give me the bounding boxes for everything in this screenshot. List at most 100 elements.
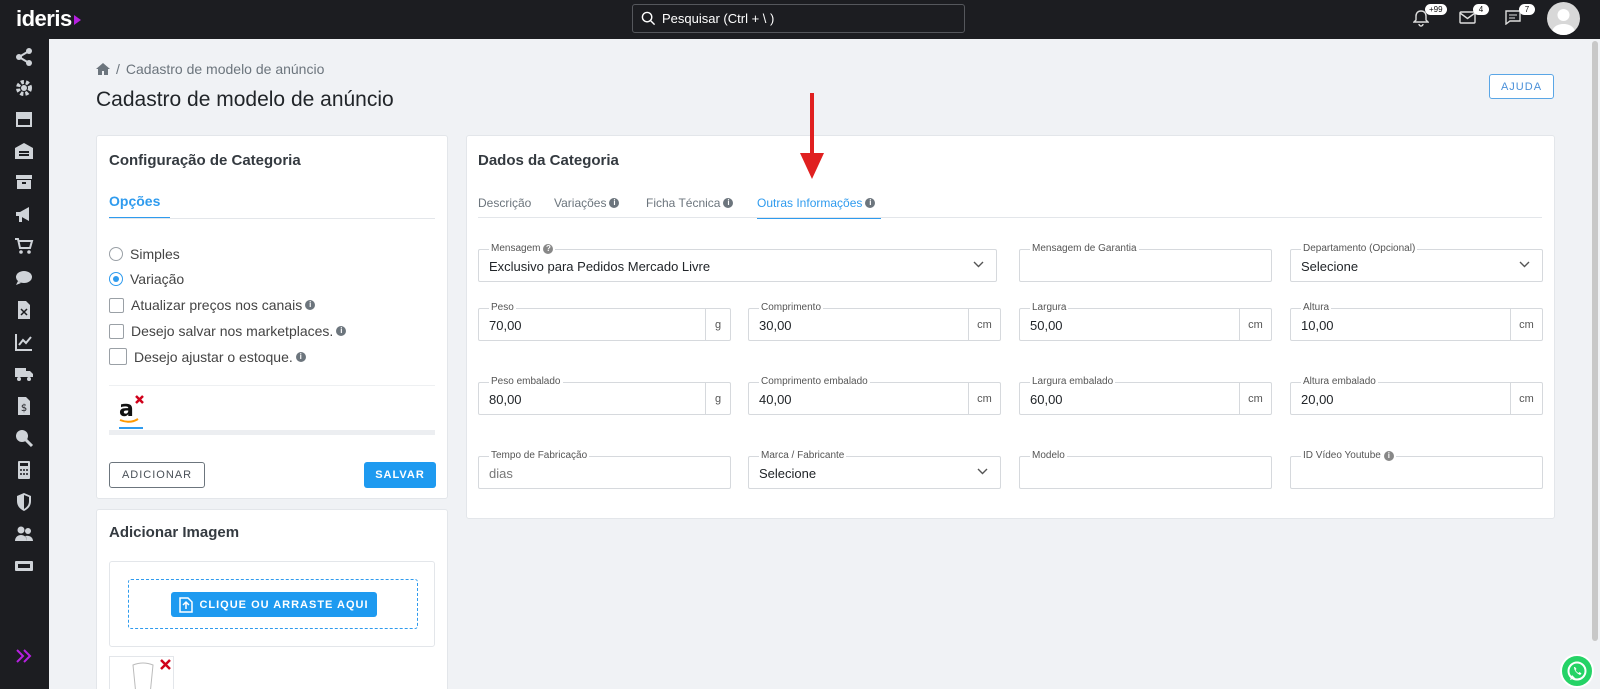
comprimento-embalado-value: 40,00 (759, 392, 792, 407)
chart-line-icon[interactable] (14, 332, 34, 352)
ticket-icon[interactable] (14, 556, 34, 576)
option-adjust-stock[interactable]: Desejo ajustar o estoque. i (109, 348, 306, 365)
upload-button[interactable]: CLIQUE OU ARRASTE AQUI (171, 592, 377, 617)
info-icon[interactable]: i (295, 351, 306, 362)
checkbox-save-marketplaces[interactable] (109, 323, 124, 339)
tab-other-info-label: Outras Informações (757, 196, 863, 210)
app-logo[interactable]: ideris (16, 6, 81, 32)
largura-embalado-value: 60,00 (1030, 392, 1063, 407)
peso-embalado-value: 80,00 (489, 392, 522, 407)
info-icon[interactable]: i (1383, 450, 1394, 461)
radio-simple[interactable] (109, 247, 123, 261)
logo-triangle-icon (73, 15, 81, 26)
help-button[interactable]: AJUDA (1489, 74, 1554, 99)
comprimento-embalado-field[interactable]: Comprimento embalado 40,00 cm (748, 375, 1001, 415)
page-scrollbar[interactable] (1590, 39, 1600, 689)
comments-icon[interactable] (14, 268, 34, 288)
tempo-fabricacao-field[interactable]: Tempo de Fabricação dias (478, 449, 731, 489)
cart-icon[interactable] (14, 236, 34, 256)
garantia-field[interactable]: Mensagem de Garantia (1019, 242, 1272, 282)
checkbox-update-prices[interactable] (109, 297, 124, 313)
image-card-title: Adicionar Imagem (109, 524, 240, 541)
svg-text:$: $ (21, 403, 27, 414)
info-icon[interactable]: i (336, 326, 347, 336)
megaphone-icon[interactable] (14, 204, 34, 224)
home-icon[interactable] (96, 63, 110, 75)
info-icon[interactable]: i (723, 198, 734, 208)
option-simple[interactable]: Simples (109, 246, 180, 262)
tab-technical-sheet[interactable]: Ficha Técnica i (646, 196, 734, 210)
expand-menu-icon[interactable] (14, 646, 34, 666)
garantia-label: Mensagem de Garantia (1030, 242, 1139, 255)
comprimento-field[interactable]: Comprimento 30,00 cm (748, 301, 1001, 341)
tab-other-info[interactable]: Outras Informações i (757, 196, 876, 210)
notifications-button[interactable]: +99 (1412, 4, 1447, 28)
modelo-field[interactable]: Modelo (1019, 449, 1272, 489)
peso-embalado-field[interactable]: Peso embalado 80,00 g (478, 375, 731, 415)
search-dollar-icon[interactable] (14, 428, 34, 448)
option-update-prices[interactable]: Atualizar preços nos canais i (109, 297, 316, 313)
users-icon[interactable] (14, 524, 34, 544)
user-avatar[interactable] (1547, 2, 1580, 35)
invoice-dollar-icon[interactable]: $ (14, 396, 34, 416)
info-icon[interactable]: i (865, 198, 876, 208)
shield-icon[interactable] (14, 492, 34, 512)
file-excel-icon[interactable] (14, 300, 34, 320)
truck-icon[interactable] (14, 364, 34, 384)
amazon-logo-icon[interactable]: a (117, 394, 147, 424)
largura-embalado-field[interactable]: Largura embalado 60,00 cm (1019, 375, 1272, 415)
mail-button[interactable]: 4 (1459, 4, 1489, 28)
option-adjust-stock-label: Desejo ajustar o estoque. (134, 348, 293, 365)
marketplace-tab-underline (119, 427, 143, 429)
calculator-icon[interactable] (14, 460, 34, 480)
gear-icon[interactable] (14, 78, 34, 98)
info-icon[interactable]: i (609, 198, 620, 208)
info-icon[interactable]: i (305, 300, 316, 310)
search-input[interactable]: Pesquisar (Ctrl + \ ) (632, 4, 965, 33)
image-thumbnail[interactable] (109, 656, 174, 689)
add-button[interactable]: ADICIONAR (109, 462, 205, 488)
option-variation[interactable]: Variação (109, 271, 184, 287)
data-card-title: Dados da Categoria (478, 152, 619, 169)
modelo-label: Modelo (1030, 449, 1067, 462)
youtube-id-field[interactable]: ID Vídeo Youtube i (1290, 449, 1543, 489)
upload-area: CLIQUE OU ARRASTE AQUI (109, 561, 435, 647)
comprimento-value: 30,00 (759, 318, 792, 333)
mail-badge: 4 (1473, 4, 1489, 15)
chat-button[interactable]: 7 (1505, 4, 1535, 28)
altura-label: Altura (1301, 301, 1332, 314)
save-button[interactable]: SALVAR (364, 462, 436, 488)
marketplace-scrollbar[interactable] (109, 430, 435, 435)
chat-badge: 7 (1519, 4, 1535, 15)
option-variation-label: Variação (130, 271, 185, 287)
scrollbar-thumb[interactable] (1592, 41, 1598, 641)
svg-text:a: a (119, 397, 134, 422)
mensagem-label-text: Mensagem (491, 243, 541, 254)
page-title: Cadastro de modelo de anúncio (96, 88, 394, 111)
store-icon[interactable] (14, 109, 34, 129)
marca-select[interactable]: Marca / Fabricante Selecione (748, 449, 1001, 489)
whatsapp-button[interactable] (1560, 654, 1594, 688)
remove-image-icon[interactable] (160, 659, 171, 670)
warehouse-icon[interactable] (14, 141, 34, 161)
share-icon[interactable] (14, 47, 34, 67)
radio-variation[interactable] (109, 272, 123, 286)
tab-variations[interactable]: Variações i (554, 196, 620, 210)
youtube-id-label-text: ID Vídeo Youtube (1303, 450, 1381, 461)
tab-options[interactable]: Opções (109, 193, 160, 209)
tab-description[interactable]: Descrição (478, 196, 531, 210)
checkbox-adjust-stock[interactable] (109, 348, 127, 365)
archive-icon[interactable] (14, 172, 34, 192)
option-save-marketplaces[interactable]: Desejo salvar nos marketplaces. i (109, 323, 347, 339)
altura-embalado-field[interactable]: Altura embalado 20,00 cm (1290, 375, 1543, 415)
peso-embalado-label: Peso embalado (489, 375, 563, 388)
dropzone[interactable]: CLIQUE OU ARRASTE AQUI (128, 579, 418, 629)
question-icon[interactable]: ? (543, 243, 554, 254)
largura-field[interactable]: Largura 50,00 cm (1019, 301, 1272, 341)
departamento-select[interactable]: Departamento (Opcional) Selecione (1290, 242, 1543, 282)
peso-field[interactable]: Peso 70,00 g (478, 301, 731, 341)
product-thumbnail-icon (132, 662, 154, 689)
mensagem-select[interactable]: Mensagem? Exclusivo para Pedidos Mercado… (478, 242, 997, 282)
peso-embalado-unit: g (705, 383, 730, 414)
altura-field[interactable]: Altura 10,00 cm (1290, 301, 1543, 341)
